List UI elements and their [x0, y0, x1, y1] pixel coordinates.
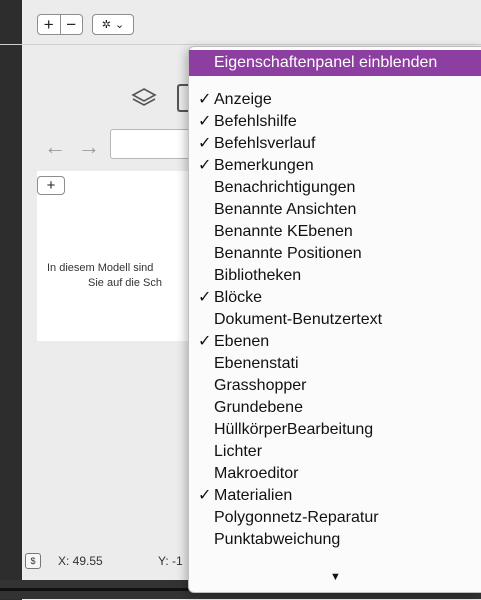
menu-item[interactable]: HüllkörperBearbeitung — [189, 419, 481, 441]
menu-item-label: Benannte Ansichten — [214, 201, 357, 218]
menu-item-label: Blöcke — [214, 289, 263, 306]
options-dropdown-button[interactable]: ✲ ⌄ — [92, 14, 134, 35]
menu-item[interactable]: Lichter — [189, 441, 481, 463]
menu-item[interactable]: Punktabweichung — [189, 529, 481, 551]
remove-button[interactable]: − — [59, 15, 83, 34]
y-coordinate: Y: -1 — [158, 554, 183, 568]
menu-item-label: Dokument-Benutzertext — [214, 311, 383, 328]
add-button[interactable]: + — [38, 15, 60, 34]
checkmark-icon: ✓ — [198, 135, 212, 152]
menu-item-label: Befehlshilfe — [214, 113, 297, 130]
menu-item[interactable]: Grasshopper — [189, 375, 481, 397]
chevron-down-icon: ⌄ — [115, 19, 125, 31]
search-input[interactable] — [110, 129, 192, 159]
menu-item-label: Bibliotheken — [214, 267, 302, 284]
menu-item[interactable]: ✓ Ebenen — [189, 331, 481, 353]
x-coordinate: X: 49.55 — [58, 554, 103, 568]
menu-item-list: ✓ Anzeige ✓ Befehlshilfe ✓ Befehlsverlauf ✓ Bem… — [189, 89, 481, 551]
checkmark-icon: ✓ — [198, 487, 212, 504]
menu-item[interactable]: Dokument-Benutzertext — [189, 309, 481, 331]
menu-item-label: Lichter — [214, 443, 263, 460]
content-list-area — [37, 171, 197, 341]
scroll-down-arrow-icon[interactable]: ▼ — [189, 571, 481, 583]
add-item-button[interactable]: + — [37, 176, 65, 195]
menu-item-label: Polygonnetz-Reparatur — [214, 509, 379, 526]
menu-item[interactable]: Ebenenstati — [189, 353, 481, 375]
menu-item[interactable]: ✓ Befehlshilfe — [189, 111, 481, 133]
menu-item-label: Benannte Positionen — [214, 245, 362, 262]
menu-item[interactable]: Benachrichtigungen — [189, 177, 481, 199]
checkmark-icon: ✓ — [198, 157, 212, 174]
window-edge — [0, 0, 22, 44]
units-toggle-button[interactable]: $ — [25, 553, 41, 569]
menu-item-label: Befehlsverlauf — [214, 135, 316, 152]
menu-item[interactable]: ✓ Befehlsverlauf — [189, 133, 481, 155]
panels-dropdown-menu: Eigenschaftenpanel einblenden ✓ Anzeige ✓ B… — [188, 46, 481, 593]
add-remove-segmented-control: + − — [37, 14, 83, 35]
checkmark-icon: ✓ — [198, 289, 212, 306]
menu-item-label: Ebenen — [214, 333, 270, 350]
back-arrow-icon[interactable]: ← — [44, 134, 66, 160]
menu-item[interactable]: Makroeditor — [189, 463, 481, 485]
menu-item[interactable]: Grundebene — [189, 397, 481, 419]
menu-item[interactable]: Benannte Positionen — [189, 243, 481, 265]
menu-item[interactable]: ✓ Materialien — [189, 485, 481, 507]
left-dark-edge — [0, 45, 22, 600]
menu-item-label: Ebenenstati — [214, 355, 299, 372]
menu-item-label: Grundebene — [214, 399, 303, 416]
menu-item-label: Anzeige — [214, 91, 272, 108]
checkmark-icon: ✓ — [198, 113, 212, 130]
menu-item[interactable]: Polygonnetz-Reparatur — [189, 507, 481, 529]
menu-item-label: Benachrichtigungen — [214, 179, 356, 196]
menu-item[interactable]: Bibliotheken — [189, 265, 481, 287]
menu-item-label: Grasshopper — [214, 377, 307, 394]
menu-item[interactable]: Benannte Ansichten — [189, 199, 481, 221]
checkmark-icon: ✓ — [198, 333, 212, 350]
menu-item[interactable]: ✓ Bemerkungen — [189, 155, 481, 177]
layers-icon[interactable] — [130, 85, 158, 109]
menu-item-label: Benannte KEbenen — [214, 223, 353, 240]
empty-message-line1: In diesem Modell sind — [47, 262, 154, 274]
menu-item-label: Makroeditor — [214, 465, 299, 482]
gear-icon: ✲ — [101, 19, 111, 31]
checkmark-icon: ✓ — [198, 91, 212, 108]
empty-message-line2: Sie auf die Sch — [88, 277, 162, 289]
menu-item-label: Punktabweichung — [214, 531, 341, 548]
menu-item[interactable]: ✓ Anzeige — [189, 89, 481, 111]
menu-item-show-properties-panel[interactable]: Eigenschaftenpanel einblenden — [189, 50, 481, 76]
menu-item[interactable]: Benannte KEbenen — [189, 221, 481, 243]
menu-item-label: Bemerkungen — [214, 157, 314, 174]
forward-arrow-icon[interactable]: → — [78, 134, 100, 160]
menu-item-label: HüllkörperBearbeitung — [214, 421, 374, 438]
menu-item[interactable]: ✓ Blöcke — [189, 287, 481, 309]
menu-item-label: Materialien — [214, 487, 293, 504]
